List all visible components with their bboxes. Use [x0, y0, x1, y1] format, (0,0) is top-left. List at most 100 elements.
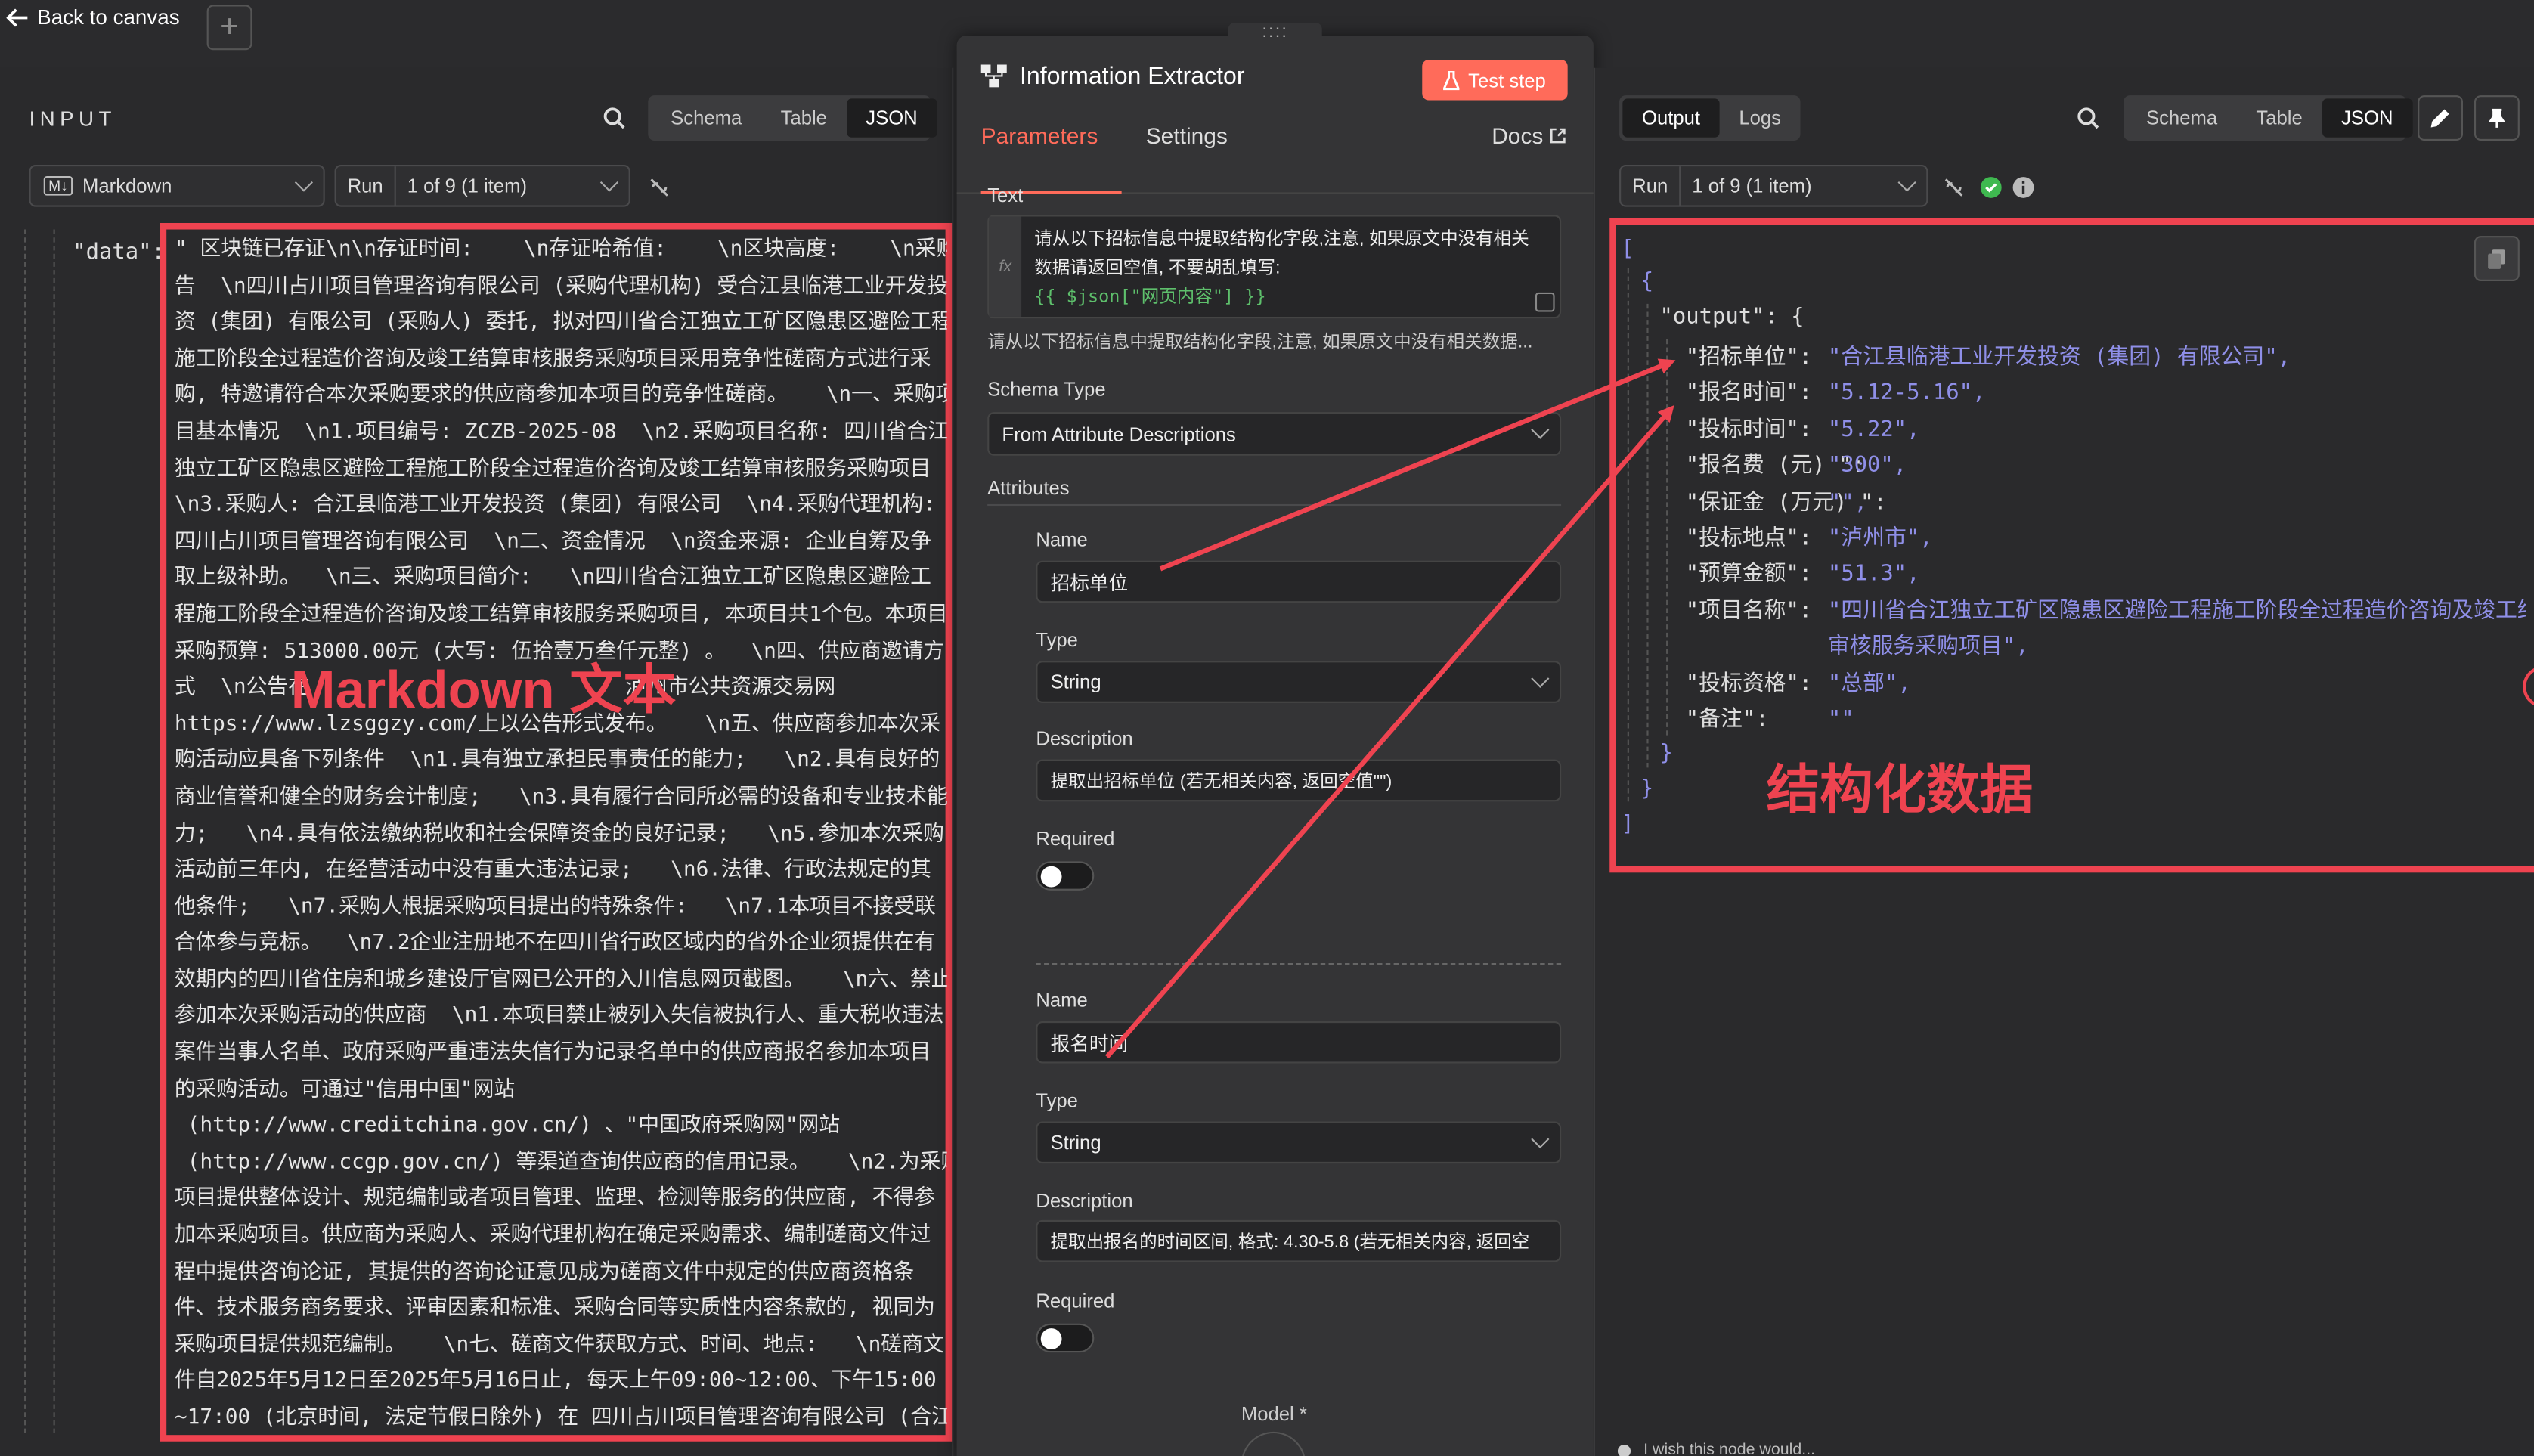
output-tab-table[interactable]: Table	[2237, 98, 2322, 137]
search-icon[interactable]	[2077, 107, 2099, 129]
input-tab-schema[interactable]: Schema	[652, 98, 761, 137]
expand-icon[interactable]	[1535, 292, 1555, 312]
tree-guide	[1646, 303, 1649, 768]
run-select[interactable]: Run 1 of 9 (1 item)	[334, 165, 630, 207]
json-field-key: "投标资格":	[1685, 670, 1813, 696]
tab-output[interactable]: Output	[1622, 98, 1720, 138]
data-line: 力; \n4.具有依法缴纳税收和社会保障资金的良好记录; \n5.参加本次采购	[174, 821, 944, 847]
text-label: Text	[987, 184, 1024, 207]
json-field-value: "300",	[1827, 452, 1907, 479]
input-panel-title: INPUT	[29, 107, 116, 132]
external-link-icon	[1550, 128, 1566, 144]
docs-label: Docs	[1492, 122, 1544, 149]
json-field-key: "投标时间":	[1685, 417, 1813, 443]
attribute-description-input[interactable]: 提取出报名的时间区间, 格式: 4.30-5.8 (若无相关内容, 返回空	[1036, 1219, 1562, 1262]
attribute-description-input[interactable]: 提取出招标单位 (若无相关内容, 返回空值"")	[1036, 759, 1562, 802]
unlink-icon[interactable]	[1943, 176, 1966, 199]
data-line: 效期内的四川省住房和城乡建设厅官网已公开的入川信息网页截图。 \n六、禁止	[174, 968, 947, 993]
output-json-viewer: [ { "output": { "招标单位": "合江县临港工业开发投资 (集团)…	[1621, 236, 2526, 866]
schema-type-select[interactable]: From Attribute Descriptions	[987, 412, 1562, 456]
output-tab-schema[interactable]: Schema	[2127, 98, 2236, 137]
json-field-row: "投标地点": "泸州市",	[1686, 520, 2526, 556]
json-field-key: "保证金 (万元) ":	[1685, 488, 1887, 515]
output-logs-switch: Output Logs	[1619, 95, 1801, 141]
json-field-key: "预算金额":	[1685, 561, 1813, 587]
attributes-label: Attributes	[987, 476, 1070, 500]
attribute-name-input[interactable]: 报名时间	[1036, 1021, 1562, 1064]
test-step-button[interactable]: Test step	[1422, 60, 1568, 101]
input-tab-json[interactable]: JSON	[846, 98, 937, 138]
format-select[interactable]: M↓ Markdown	[29, 165, 325, 207]
text-expression-input[interactable]: fx 请从以下招标信息中提取结构化字段,注意, 如果原文中没有相关 数据请返回空…	[987, 215, 1562, 319]
chevron-down-icon	[1531, 1129, 1550, 1149]
data-line: 告 \n四川占川项目管理咨询有限公司 (采购代理机构) 受合江县临港工业开发投	[174, 274, 947, 299]
json-brace: }	[1659, 740, 1673, 767]
data-line: 资 (集团) 有限公司 (采购人) 委托, 拟对四川省合江独立工矿区隐患区避险工…	[174, 310, 947, 335]
attribute-name-input[interactable]: 招标单位	[1036, 560, 1562, 603]
info-icon[interactable]	[2012, 176, 2035, 199]
json-bracket: [	[1621, 236, 1634, 262]
unlink-icon[interactable]	[648, 176, 671, 199]
data-line: 程中提供咨询论证, 其提供的咨询论证意见成为磋商文件中规定的供应商资格条	[174, 1259, 915, 1284]
node-icon	[980, 64, 1007, 88]
run-label: Run	[336, 166, 396, 206]
pin-data-button[interactable]	[2474, 95, 2520, 141]
output-run-select[interactable]: Run 1 of 9 (1 item)	[1619, 165, 1928, 207]
json-field-value: "总部",	[1827, 670, 1911, 696]
data-line: \n3.采购人: 合江县临港工业开发投资 (集团) 有限公司 \n4.采购代理机…	[174, 493, 936, 518]
data-line: 目基本情况 \n1.项目编号: ZCZB-2025-08 \n2.采购项目名称:…	[174, 420, 947, 445]
data-line: 案件当事人名单、政府采购严重违法失信行为记录名单中的供应商报名参加本项目	[174, 1040, 931, 1065]
input-view-switch: Schema Table JSON	[648, 95, 937, 141]
tab-settings[interactable]: Settings	[1146, 119, 1228, 148]
data-line: 独立工矿区隐患区避险工程施工阶段全过程造价咨询及竣工结算审核服务采购项目	[174, 457, 931, 482]
search-icon[interactable]	[603, 107, 625, 129]
chevron-down-icon	[1897, 173, 1916, 192]
json-field-value: "",	[1827, 488, 1867, 515]
attribute-type-select[interactable]: String	[1036, 1121, 1562, 1164]
json-field-value: "51.3",	[1827, 561, 1920, 587]
feedback-hint[interactable]: I wish this node would...	[1617, 1442, 1815, 1456]
model-connector[interactable]	[1241, 1431, 1306, 1456]
back-to-canvas-link[interactable]: Back to canvas	[6, 5, 180, 29]
data-line: 合体参与竞标。 \n7.2企业注册地不在四川省行政区域内的省外企业须提供在有	[174, 931, 936, 956]
node-tabs: Parameters Settings Docs	[956, 119, 1594, 194]
data-line: 的采购活动。可通过"信用中国"网站	[174, 1077, 516, 1102]
schema-type-value: From Attribute Descriptions	[1002, 422, 1236, 445]
json-field-value: "5.22",	[1827, 417, 1920, 443]
attribute-name-label: Name	[1036, 989, 1088, 1012]
json-field-row: "项目名称": "四川省合江独立工矿区隐患区避险工程施工阶段全过程造价咨询及竣工结…	[1686, 593, 2526, 629]
attribute-required-label: Required	[1036, 1289, 1115, 1312]
data-line: 商业信誉和健全的财务会计制度; \n3.具有履行合同所必需的设备和专业技术能	[174, 785, 947, 810]
json-field-row: "报名时间": "5.12-5.16",	[1686, 376, 2526, 412]
data-line: 参加本次采购活动的供应商 \n1.本项目禁止被列入失信被执行人、重大税收违法	[174, 1004, 944, 1029]
chevron-down-icon	[1531, 669, 1550, 688]
drag-handle[interactable]: ::::	[1228, 22, 1322, 52]
data-line: 加本采购项目。供应商为采购人、采购代理机构在确定采购需求、编制磋商文件过	[174, 1223, 931, 1248]
attribute-description-label: Description	[1036, 1189, 1133, 1213]
attribute-type-label: Type	[1036, 628, 1078, 652]
data-key: "data":	[73, 239, 165, 265]
output-view-switch: Schema Table JSON	[2124, 95, 2413, 141]
json-field-key: "备注":	[1685, 705, 1769, 733]
run-select-value: 1 of 9 (1 item)	[1692, 174, 1812, 197]
attribute-description-label: Description	[1036, 726, 1133, 750]
add-node-button[interactable]: +	[206, 5, 252, 51]
output-panel: Output Logs Schema Table JSON Run 1 of 9…	[1593, 67, 2534, 1456]
edit-output-button[interactable]	[2418, 95, 2464, 141]
json-field-row: "预算金额": "51.3",	[1686, 556, 2526, 593]
output-tab-json[interactable]: JSON	[2322, 98, 2413, 138]
tab-parameters[interactable]: Parameters	[980, 119, 1122, 194]
data-line: 项目提供整体设计、规范编制或者项目管理、监理、检测等服务的供应商, 不得参	[174, 1186, 936, 1211]
input-tab-table[interactable]: Table	[761, 98, 847, 137]
attribute-type-select[interactable]: String	[1036, 661, 1562, 703]
tree-guide	[53, 229, 55, 1434]
required-toggle[interactable]	[1036, 1323, 1095, 1353]
test-step-label: Test step	[1468, 68, 1546, 91]
docs-link[interactable]: Docs	[1492, 122, 1566, 149]
text-prompt-line: 请从以下招标信息中提取结构化字段,注意, 如果原文中没有相关	[1034, 229, 1529, 249]
structured-data-annotation: 结构化数据	[1766, 759, 2034, 819]
tab-logs[interactable]: Logs	[1720, 98, 1801, 137]
tree-guide	[24, 229, 26, 1434]
required-toggle[interactable]	[1036, 861, 1095, 891]
json-field-row: "备注": ""	[1686, 702, 2526, 738]
